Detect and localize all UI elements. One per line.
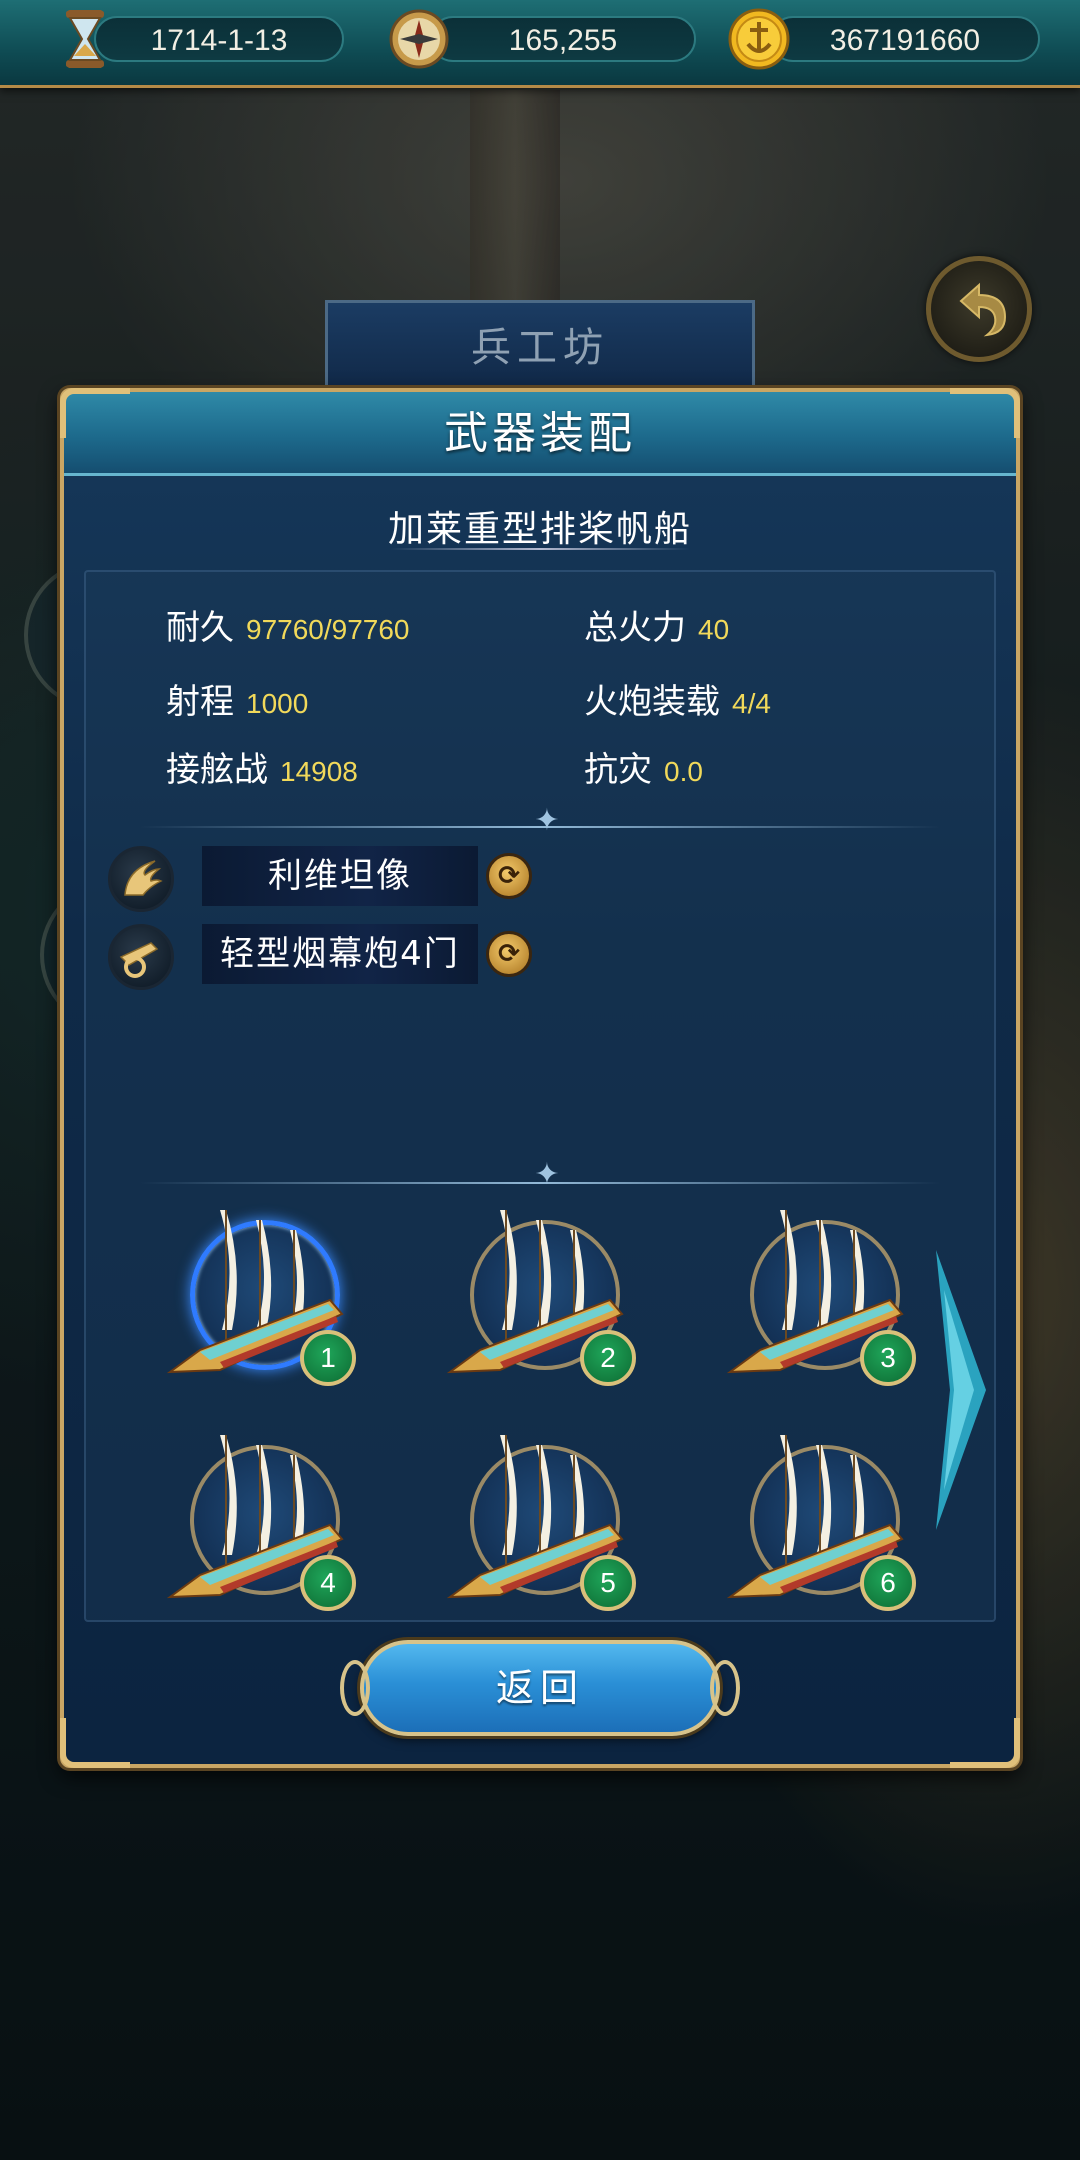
stat-value: 97760/97760 [246,614,410,645]
compass-display: 165,255 [430,16,696,62]
gold-value: 367191660 [829,24,981,57]
cannon-slot[interactable]: 轻型烟幕炮4门 [202,924,478,984]
ship-number-badge: 2 [580,1330,636,1386]
stat-label: 耐久 [166,608,234,648]
anchor-coin-icon [728,8,790,70]
panel-title: 武器装配 [444,408,636,459]
stat-value: 1000 [246,688,309,719]
figurehead-slot[interactable]: 利维坦像 [202,846,478,906]
date-display: 1714-1-13 [94,16,344,62]
resource-bar: 1714-1-13 165,255 367191660 [0,0,1080,88]
stat-boarding: 接舷战 14908 [166,742,358,791]
stat-label: 火炮装载 [584,682,720,722]
stat-cannon-load: 火炮装载 4/4 [584,674,771,723]
ship-slot-4[interactable]: 4 [160,1415,360,1615]
date-value: 1714-1-13 [150,24,288,57]
ship-number-badge: 4 [300,1555,356,1611]
ship-number-badge: 3 [860,1330,916,1386]
ship-number-badge: 6 [860,1555,916,1611]
frame-corner [950,1718,1020,1768]
back-button[interactable] [926,256,1032,362]
ship-name-underline [390,548,690,550]
stat-value: 14908 [280,756,358,787]
stat-label: 抗灾 [584,750,652,790]
stat-value: 4/4 [732,688,771,719]
workshop-title: 兵工坊 [471,325,609,371]
ship-slot-2[interactable]: 2 [440,1190,640,1390]
swap-figurehead-button[interactable]: ⟳ [486,853,532,899]
stat-range: 射程 1000 [166,674,308,723]
stat-label: 射程 [166,682,234,722]
stat-label: 总火力 [584,608,686,648]
frame-corner [60,1718,130,1768]
swap-cannon-button[interactable]: ⟳ [486,931,532,977]
frame-corner [60,388,130,438]
stat-value: 40 [698,614,730,645]
frame-corner [950,388,1020,438]
ship-name: 加莱重型排桨帆船 [387,509,692,550]
stat-durability: 耐久 97760/97760 [166,600,410,649]
return-button[interactable]: 返回 [360,1640,720,1736]
button-ornament [340,1660,370,1716]
stat-value: 0.0 [664,756,703,787]
gold-display: 367191660 [770,16,1040,62]
wing-ornament-icon [108,846,174,912]
compass-icon [389,9,449,69]
stat-disaster-resist: 抗灾 0.0 [584,742,703,791]
cannon-icon [108,924,174,990]
stat-label: 接舷战 [166,750,268,790]
next-page-arrow[interactable] [930,1250,990,1530]
ship-slot-3[interactable]: 3 [720,1190,920,1390]
panel-title-bar: 武器装配 [64,392,1016,476]
divider-ornament-icon: ✦ [534,1157,560,1192]
ship-number-badge: 1 [300,1330,356,1386]
button-ornament [710,1660,740,1716]
hourglass-icon [66,10,104,68]
ship-number-badge: 5 [580,1555,636,1611]
wing-glyph [124,860,163,896]
ship-slot-5[interactable]: 5 [440,1415,640,1615]
back-arrow-icon [959,282,1007,337]
workshop-header: 兵工坊 [325,300,755,400]
compass-value: 165,255 [508,24,618,57]
ship-slot-1[interactable]: 1 [160,1190,360,1390]
return-label: 返回 [495,1666,584,1710]
divider-ornament-icon: ✦ [534,803,560,838]
cannon-glyph [119,942,159,978]
ship-slot-6[interactable]: 6 [720,1415,920,1615]
stat-firepower: 总火力 40 [584,600,729,649]
